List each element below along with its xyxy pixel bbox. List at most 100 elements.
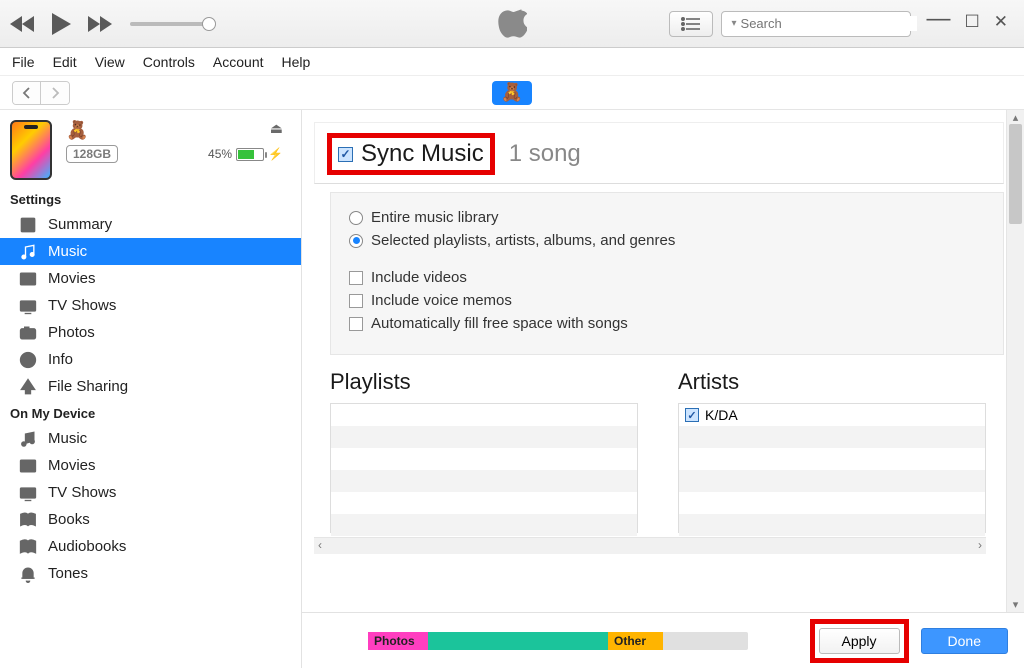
window-minimize-button[interactable]: — xyxy=(927,7,951,31)
sidebar-item-device-tones[interactable]: Tones xyxy=(0,560,301,587)
radio-selected-playlists[interactable] xyxy=(349,234,363,248)
menu-controls[interactable]: Controls xyxy=(143,54,195,70)
sidebar-item-device-tvshows[interactable]: TV Shows xyxy=(0,479,301,506)
sync-music-header: ✓ Sync Music 1 song xyxy=(314,122,1004,184)
charging-icon: ⚡ xyxy=(268,147,283,161)
filesharing-icon xyxy=(18,377,38,397)
menu-view[interactable]: View xyxy=(95,54,125,70)
window-close-button[interactable]: ✕ xyxy=(994,13,1008,30)
info-icon xyxy=(18,350,38,370)
sidebar: 🧸 128GB ⏏ 45% ⚡ Settings Summary Music M… xyxy=(0,110,302,668)
next-track-button[interactable] xyxy=(86,15,112,33)
list-item[interactable]: ✓ K/DA xyxy=(679,404,985,426)
storage-segment-apps xyxy=(428,632,608,650)
artist-checkbox[interactable]: ✓ xyxy=(685,408,699,422)
scroll-left-icon[interactable]: ‹ xyxy=(314,538,326,552)
device-header: 🧸 128GB ⏏ 45% ⚡ xyxy=(0,110,301,186)
sidebar-item-device-audiobooks[interactable]: Audiobooks xyxy=(0,533,301,560)
horizontal-scrollbar[interactable]: ‹› xyxy=(314,537,986,554)
music-note-icon xyxy=(18,429,38,449)
checkbox-autofill-label: Automatically fill free space with songs xyxy=(371,315,628,332)
volume-slider[interactable] xyxy=(130,22,210,26)
scroll-down-icon[interactable]: ▾ xyxy=(1007,598,1024,611)
checkbox-include-videos[interactable] xyxy=(349,271,363,285)
menu-help[interactable]: Help xyxy=(282,54,311,70)
radio-selected-playlists-label: Selected playlists, artists, albums, and… xyxy=(371,232,675,249)
checkbox-include-voice-memos-label: Include voice memos xyxy=(371,292,512,309)
sidebar-item-device-books[interactable]: Books xyxy=(0,506,301,533)
sync-options-panel: Entire music library Selected playlists,… xyxy=(330,192,1004,355)
scroll-up-icon[interactable]: ▴ xyxy=(1007,111,1024,124)
summary-icon xyxy=(18,215,38,235)
artists-heading: Artists xyxy=(678,369,986,395)
playlists-heading: Playlists xyxy=(330,369,638,395)
music-note-icon xyxy=(18,242,38,262)
sync-music-checkbox[interactable]: ✓ xyxy=(338,147,353,162)
device-selector-button[interactable]: 🧸 xyxy=(492,81,532,105)
device-capacity-badge: 128GB xyxy=(66,145,118,163)
sidebar-item-movies[interactable]: Movies xyxy=(0,265,301,292)
device-thumbnail-icon xyxy=(10,120,52,180)
apply-button[interactable]: Apply xyxy=(819,628,900,654)
sidebar-item-filesharing[interactable]: File Sharing xyxy=(0,373,301,400)
sidebar-section-ondevice: On My Device xyxy=(0,400,301,425)
nav-back-button[interactable] xyxy=(13,82,41,104)
sidebar-item-tvshows[interactable]: TV Shows xyxy=(0,292,301,319)
scrollbar-thumb[interactable] xyxy=(1009,124,1022,224)
view-queue-button[interactable] xyxy=(669,11,713,37)
movies-icon xyxy=(18,456,38,476)
window-maximize-button[interactable]: ☐ xyxy=(965,13,980,30)
movies-icon xyxy=(18,269,38,289)
apple-logo-icon xyxy=(497,7,527,41)
scroll-right-icon[interactable]: › xyxy=(974,538,986,552)
footer-bar: Photos Other Apply Done xyxy=(302,612,1024,668)
sidebar-item-device-music[interactable]: Music xyxy=(0,425,301,452)
sidebar-item-music[interactable]: Music xyxy=(0,238,301,265)
sync-music-highlight: ✓ Sync Music xyxy=(327,133,495,175)
device-avatar-icon: 🧸 xyxy=(66,120,118,141)
done-button[interactable]: Done xyxy=(921,628,1008,654)
sidebar-item-summary[interactable]: Summary xyxy=(0,211,301,238)
camera-icon xyxy=(18,323,38,343)
app-menu-bar: File Edit View Controls Account Help xyxy=(0,48,1024,76)
books-icon xyxy=(18,510,38,530)
eject-button[interactable]: ⏏ xyxy=(270,120,283,137)
playlists-listbox[interactable] xyxy=(330,403,638,533)
artist-name: K/DA xyxy=(705,407,738,423)
nav-row: 🧸 xyxy=(0,76,1024,110)
main-content: ✓ Sync Music 1 song Entire music library… xyxy=(302,110,1024,668)
sync-song-count: 1 song xyxy=(509,140,581,168)
radio-entire-library[interactable] xyxy=(349,211,363,225)
storage-usage-bar: Photos Other xyxy=(368,632,748,650)
nav-forward-button[interactable] xyxy=(41,82,69,104)
vertical-scrollbar[interactable]: ▴ ▾ xyxy=(1006,110,1024,612)
sidebar-section-settings: Settings xyxy=(0,186,301,211)
checkbox-include-videos-label: Include videos xyxy=(371,269,467,286)
sync-music-title: Sync Music xyxy=(361,140,484,168)
sidebar-item-info[interactable]: Info xyxy=(0,346,301,373)
search-scope-chevron-icon[interactable]: ▾ xyxy=(732,18,737,29)
battery-icon xyxy=(236,148,264,161)
battery-status: 45% ⚡ xyxy=(208,147,283,161)
audiobooks-icon xyxy=(18,537,38,557)
checkbox-autofill[interactable] xyxy=(349,317,363,331)
checkbox-include-voice-memos[interactable] xyxy=(349,294,363,308)
play-button[interactable] xyxy=(50,12,72,36)
sidebar-item-device-movies[interactable]: Movies xyxy=(0,452,301,479)
sidebar-item-photos[interactable]: Photos xyxy=(0,319,301,346)
tv-icon xyxy=(18,483,38,503)
playback-toolbar: ▾ — ☐ ✕ xyxy=(0,0,1024,48)
storage-segment-photos: Photos xyxy=(368,632,428,650)
search-field[interactable]: ▾ xyxy=(721,11,911,37)
previous-track-button[interactable] xyxy=(10,15,36,33)
search-input[interactable] xyxy=(741,16,917,31)
storage-segment-other: Other xyxy=(608,632,663,650)
menu-edit[interactable]: Edit xyxy=(53,54,77,70)
radio-entire-library-label: Entire music library xyxy=(371,209,499,226)
tv-icon xyxy=(18,296,38,316)
menu-account[interactable]: Account xyxy=(213,54,264,70)
menu-file[interactable]: File xyxy=(12,54,35,70)
device-avatar-icon: 🧸 xyxy=(501,82,523,103)
bell-icon xyxy=(18,564,38,584)
artists-listbox[interactable]: ✓ K/DA xyxy=(678,403,986,533)
